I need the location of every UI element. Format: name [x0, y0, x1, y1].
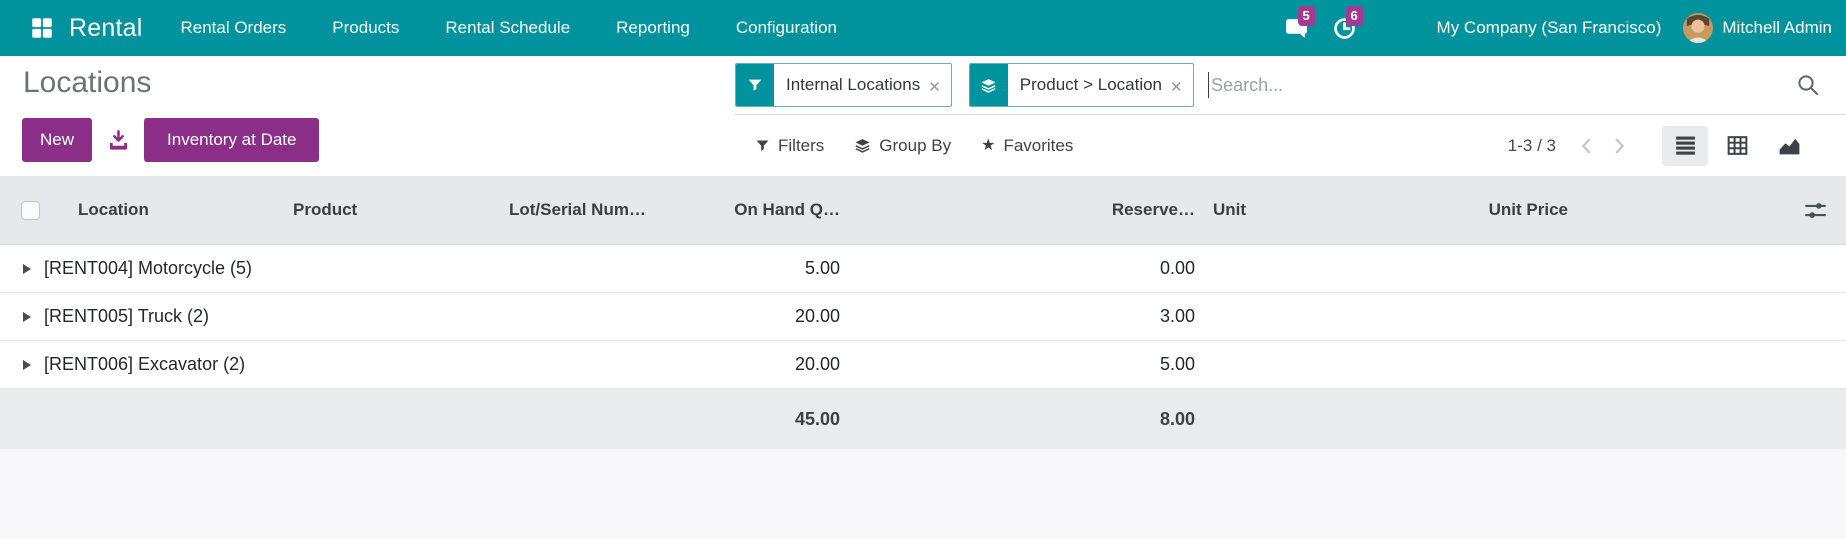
main-menu: Rental Orders Products Rental Schedule R…: [180, 18, 837, 38]
filter-funnel-icon: [736, 64, 774, 106]
list-view-icon: [1675, 136, 1695, 155]
action-buttons: New Inventory at Date: [22, 118, 320, 162]
group-row[interactable]: [RENT006] Excavator (2) 20.00 5.00: [0, 341, 1846, 389]
nav-item-rental-schedule[interactable]: Rental Schedule: [445, 18, 570, 38]
user-menu[interactable]: Mitchell Admin: [1722, 18, 1832, 38]
facet-remove-icon[interactable]: ✕: [1170, 64, 1193, 106]
pager-next-icon[interactable]: [1606, 133, 1632, 159]
column-reserved[interactable]: Reserve…: [850, 200, 1205, 220]
search-input[interactable]: [1209, 74, 1796, 96]
reserved-value: 0.00: [1159, 258, 1195, 278]
search-icon: [1796, 73, 1820, 97]
on-hand-value: 5.00: [804, 258, 840, 278]
optional-columns-icon[interactable]: [1803, 198, 1828, 223]
facet-label: Product > Location: [1019, 75, 1163, 94]
group-by-layers-icon: [969, 64, 1008, 106]
total-reserved: 8.00: [1159, 408, 1195, 429]
search-input-wrap: [1207, 72, 1796, 98]
control-panel: Locations New Inventory at Date Internal…: [0, 56, 1846, 176]
nav-item-rental-orders[interactable]: Rental Orders: [180, 18, 286, 38]
view-graph-button[interactable]: [1766, 126, 1812, 166]
avatar-image: [1683, 13, 1714, 43]
inventory-at-date-button[interactable]: Inventory at Date: [144, 118, 320, 162]
star-icon: ★: [981, 136, 996, 154]
table-header: Location Product Lot/Serial Num… On Hand…: [0, 176, 1846, 245]
company-switcher[interactable]: My Company (San Francisco): [1437, 18, 1662, 38]
group-row[interactable]: [RENT005] Truck (2) 20.00 3.00: [0, 293, 1846, 341]
select-all-cell: [0, 200, 60, 220]
top-navbar: Rental Rental Orders Products Rental Sch…: [0, 0, 1846, 56]
search-bar: Internal Locations ✕ Product > Location …: [735, 56, 1846, 115]
pager: 1-3 / 3: [1507, 125, 1812, 166]
column-lot-serial[interactable]: Lot/Serial Num…: [495, 200, 710, 220]
pager-nav: [1574, 133, 1632, 159]
reserved-value: 3.00: [1159, 306, 1195, 326]
search-dropdowns: Filters Group By ★ Favorites: [755, 136, 1073, 156]
reserved-value: 5.00: [1159, 354, 1195, 374]
facet-remove-icon[interactable]: ✕: [928, 64, 951, 106]
messages-badge: 5: [1297, 6, 1315, 26]
pager-range: 1-3 / 3: [1507, 135, 1556, 155]
search-facet-filter: Internal Locations ✕: [735, 63, 952, 107]
group-row[interactable]: [RENT004] Motorcycle (5) 5.00 0.00: [0, 245, 1846, 293]
view-list-button[interactable]: [1662, 125, 1708, 166]
export-button[interactable]: [92, 118, 144, 162]
favorites-button[interactable]: ★ Favorites: [981, 136, 1073, 156]
pivot-view-icon: [1727, 136, 1747, 155]
nav-item-configuration[interactable]: Configuration: [736, 18, 837, 38]
activities-menu[interactable]: 6: [1331, 6, 1363, 42]
group-name: [RENT006] Excavator (2): [44, 354, 246, 374]
column-unit[interactable]: Unit: [1205, 200, 1465, 220]
activities-badge: 6: [1345, 6, 1363, 26]
search-options-row: Filters Group By ★ Favorites 1-3 / 3: [735, 115, 1846, 176]
layers-icon: [855, 139, 870, 153]
column-product[interactable]: Product: [280, 200, 495, 220]
search-facet-groupby: Product > Location ✕: [968, 63, 1194, 107]
select-all-checkbox[interactable]: [20, 200, 40, 220]
messages-menu[interactable]: 5: [1283, 6, 1315, 42]
group-expand-caret-icon[interactable]: [23, 311, 31, 322]
new-button[interactable]: New: [22, 118, 93, 162]
group-name: [RENT004] Motorcycle (5): [44, 258, 253, 278]
totals-row: 45.00 8.00: [0, 389, 1846, 449]
column-on-hand[interactable]: On Hand Q…: [710, 200, 850, 220]
group-name: [RENT005] Truck (2): [44, 306, 210, 326]
on-hand-value: 20.00: [794, 354, 840, 374]
avatar[interactable]: [1683, 13, 1714, 43]
filter-icon: [756, 140, 769, 151]
optional-columns-cell: [1576, 198, 1846, 223]
apps-grid-icon[interactable]: [28, 14, 56, 42]
view-switcher: [1662, 125, 1812, 166]
page-background: [0, 449, 1846, 539]
facet-label: Internal Locations: [786, 75, 921, 94]
locations-list: Location Product Lot/Serial Num… On Hand…: [0, 176, 1846, 449]
group-expand-caret-icon[interactable]: [23, 359, 31, 370]
group-by-button[interactable]: Group By: [854, 136, 951, 156]
graph-view-icon: [1779, 138, 1799, 155]
group-expand-caret-icon[interactable]: [23, 263, 31, 274]
total-on-hand: 45.00: [794, 408, 840, 429]
pager-previous-icon[interactable]: [1574, 133, 1600, 159]
column-location[interactable]: Location: [60, 200, 280, 220]
column-unit-price[interactable]: Unit Price: [1465, 200, 1576, 220]
nav-item-products[interactable]: Products: [332, 18, 399, 38]
view-pivot-button[interactable]: [1714, 126, 1760, 166]
download-icon: [109, 129, 127, 150]
filters-button[interactable]: Filters: [755, 136, 824, 156]
app-brand[interactable]: Rental: [69, 14, 142, 43]
nav-item-reporting[interactable]: Reporting: [616, 18, 690, 38]
on-hand-value: 20.00: [794, 306, 840, 326]
navbar-right: 5 6 My Company (San Francisco) Mitchell …: [1283, 6, 1832, 43]
page-title: Locations: [23, 66, 152, 99]
